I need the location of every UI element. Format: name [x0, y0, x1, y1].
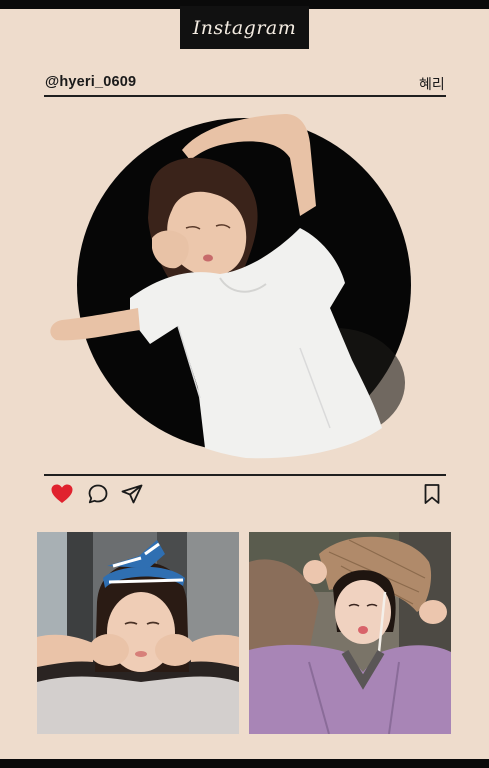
main-post-photo[interactable]: [0, 98, 489, 468]
display-name: 혜리: [419, 77, 445, 93]
thumbnail-photo-straw-hat[interactable]: [249, 532, 451, 734]
comment-bubble-icon[interactable]: [86, 482, 110, 506]
post-action-bar: [50, 482, 442, 506]
send-icon[interactable]: [120, 482, 144, 506]
instagram-logo: Instagram: [180, 6, 309, 49]
username-handle[interactable]: @hyeri_0609: [45, 74, 136, 90]
bottom-border: [0, 759, 489, 768]
heart-icon[interactable]: [50, 482, 74, 506]
header-divider: [44, 95, 446, 97]
thumbnail-photo-headband[interactable]: [37, 532, 239, 734]
bookmark-icon[interactable]: [420, 482, 444, 506]
action-divider: [44, 474, 446, 476]
